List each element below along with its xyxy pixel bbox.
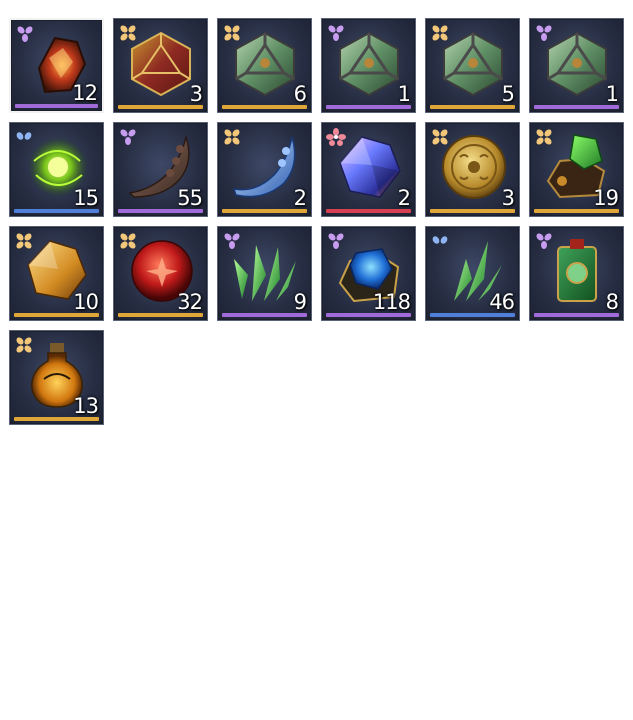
item-count: 2: [293, 186, 307, 210]
item-count: 5: [501, 82, 515, 106]
inventory-slot[interactable]: 118: [321, 226, 416, 321]
green-crystal-cluster-icon: [234, 245, 296, 301]
inventory-slot[interactable]: 9: [217, 226, 312, 321]
inventory-slot[interactable]: 2: [217, 122, 312, 217]
rarity-bar: [222, 209, 307, 213]
rarity-bar: [118, 209, 203, 213]
rarity-bar: [14, 313, 99, 317]
inventory-slot[interactable]: 12: [9, 18, 104, 113]
rarity-bar: [326, 105, 411, 109]
inventory-slot[interactable]: 19: [529, 122, 624, 217]
jade-d20-die-icon: [547, 31, 607, 97]
gold-coin-icon: [442, 135, 506, 199]
item-count: 118: [372, 290, 411, 314]
ice-claw-icon: [232, 136, 296, 198]
rarity-bar: [430, 209, 515, 213]
item-count: 32: [177, 290, 203, 314]
item-count: 19: [593, 186, 619, 210]
item-count: 3: [501, 186, 515, 210]
inventory-slot[interactable]: 8: [529, 226, 624, 321]
rarity-bar: [430, 313, 515, 317]
jade-d20-die-icon: [443, 31, 503, 97]
rarity-bar: [326, 209, 411, 213]
red-gold-d20-die-icon: [131, 31, 191, 97]
inventory-slot[interactable]: 15: [9, 122, 104, 217]
item-count: 13: [73, 394, 99, 418]
item-count: 3: [189, 82, 203, 106]
inventory-slot[interactable]: 3: [113, 18, 208, 113]
prismatic-crystal-icon: [339, 136, 401, 198]
inventory-slot[interactable]: 46: [425, 226, 520, 321]
item-count: 6: [293, 82, 307, 106]
jade-talisman-icon: [557, 239, 597, 302]
item-count: 9: [293, 290, 307, 314]
rarity-bar: [534, 313, 619, 317]
inventory-slot[interactable]: 6: [217, 18, 312, 113]
rarity-bar: [118, 313, 203, 317]
inventory-slot[interactable]: 32: [113, 226, 208, 321]
inventory-slot[interactable]: 55: [113, 122, 208, 217]
inventory-slot[interactable]: 2: [321, 122, 416, 217]
jade-d20-die-icon: [339, 31, 399, 97]
rarity-bar: [430, 105, 515, 109]
item-count: 1: [605, 82, 619, 106]
rarity-bar: [14, 417, 99, 421]
inventory-slot[interactable]: 1: [321, 18, 416, 113]
inventory-slot[interactable]: 13: [9, 330, 104, 425]
rarity-bar: [534, 105, 619, 109]
rarity-bar: [14, 209, 99, 213]
rarity-bar: [222, 313, 307, 317]
inventory-slot[interactable]: 3: [425, 122, 520, 217]
item-count: 2: [397, 186, 411, 210]
item-count: 8: [605, 290, 619, 314]
item-count: 15: [73, 186, 99, 210]
item-count: 46: [489, 290, 515, 314]
rarity-bar: [222, 105, 307, 109]
rarity-bar: [326, 313, 411, 317]
rarity-bar: [118, 105, 203, 109]
item-count: 12: [72, 81, 98, 105]
item-count: 10: [73, 290, 99, 314]
inventory-slot[interactable]: 5: [425, 18, 520, 113]
item-count: 1: [397, 82, 411, 106]
rarity-bar: [15, 104, 98, 108]
inventory-slot[interactable]: 10: [9, 226, 104, 321]
item-count: 55: [177, 186, 203, 210]
rarity-bar: [534, 209, 619, 213]
inventory-slot[interactable]: 1: [529, 18, 624, 113]
jade-d20-die-icon: [235, 31, 295, 97]
